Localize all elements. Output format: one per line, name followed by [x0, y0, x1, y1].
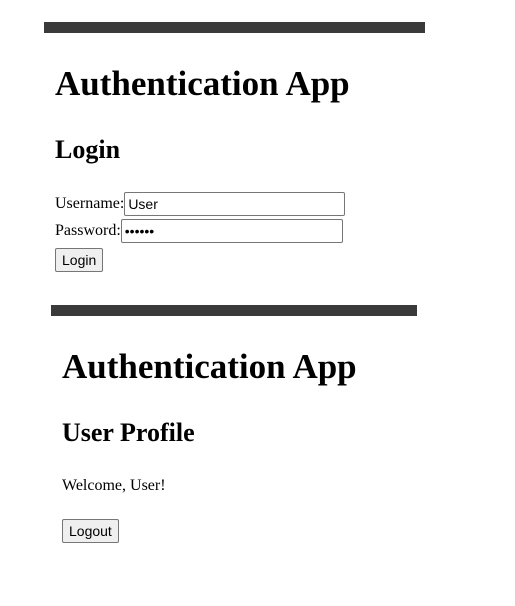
- username-input[interactable]: [124, 192, 346, 216]
- middle-divider-bar: [51, 305, 417, 316]
- profile-panel: Authentication App User Profile Welcome,…: [62, 345, 357, 543]
- login-button[interactable]: Login: [55, 248, 104, 272]
- app-title: Authentication App: [62, 347, 357, 386]
- password-input[interactable]: [120, 219, 343, 243]
- top-divider-bar: [44, 22, 425, 33]
- app-title: Authentication App: [55, 64, 350, 103]
- username-row: Username:: [55, 192, 346, 216]
- login-panel: Authentication App Login Username: Passw…: [55, 62, 350, 272]
- username-label: Username:: [55, 195, 125, 212]
- password-row: Password:: [55, 219, 343, 243]
- password-label: Password:: [55, 222, 121, 239]
- logout-button[interactable]: Logout: [62, 519, 119, 543]
- login-heading: Login: [55, 135, 121, 164]
- profile-heading: User Profile: [62, 418, 195, 447]
- welcome-message: Welcome, User!: [62, 477, 166, 494]
- page: Authentication App Login Username: Passw…: [0, 0, 515, 606]
